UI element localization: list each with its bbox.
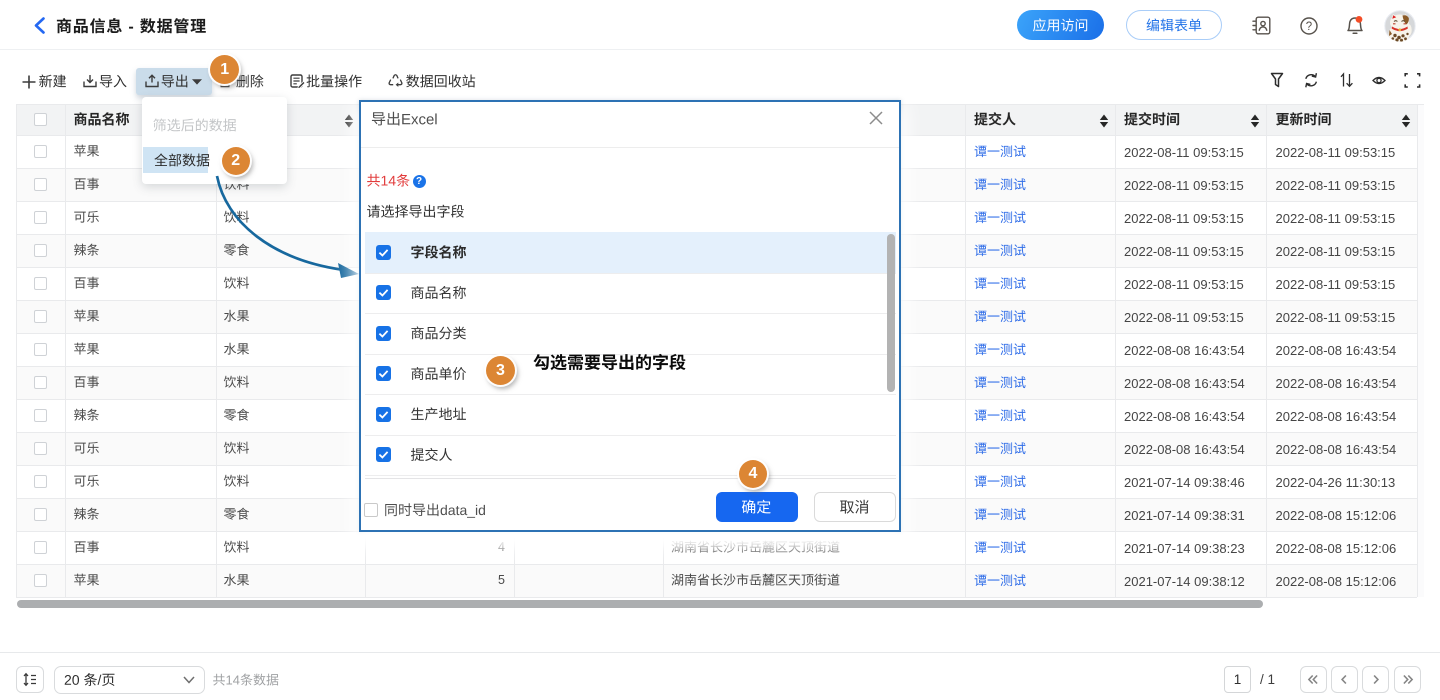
svg-text:?: ? [1306, 21, 1312, 33]
